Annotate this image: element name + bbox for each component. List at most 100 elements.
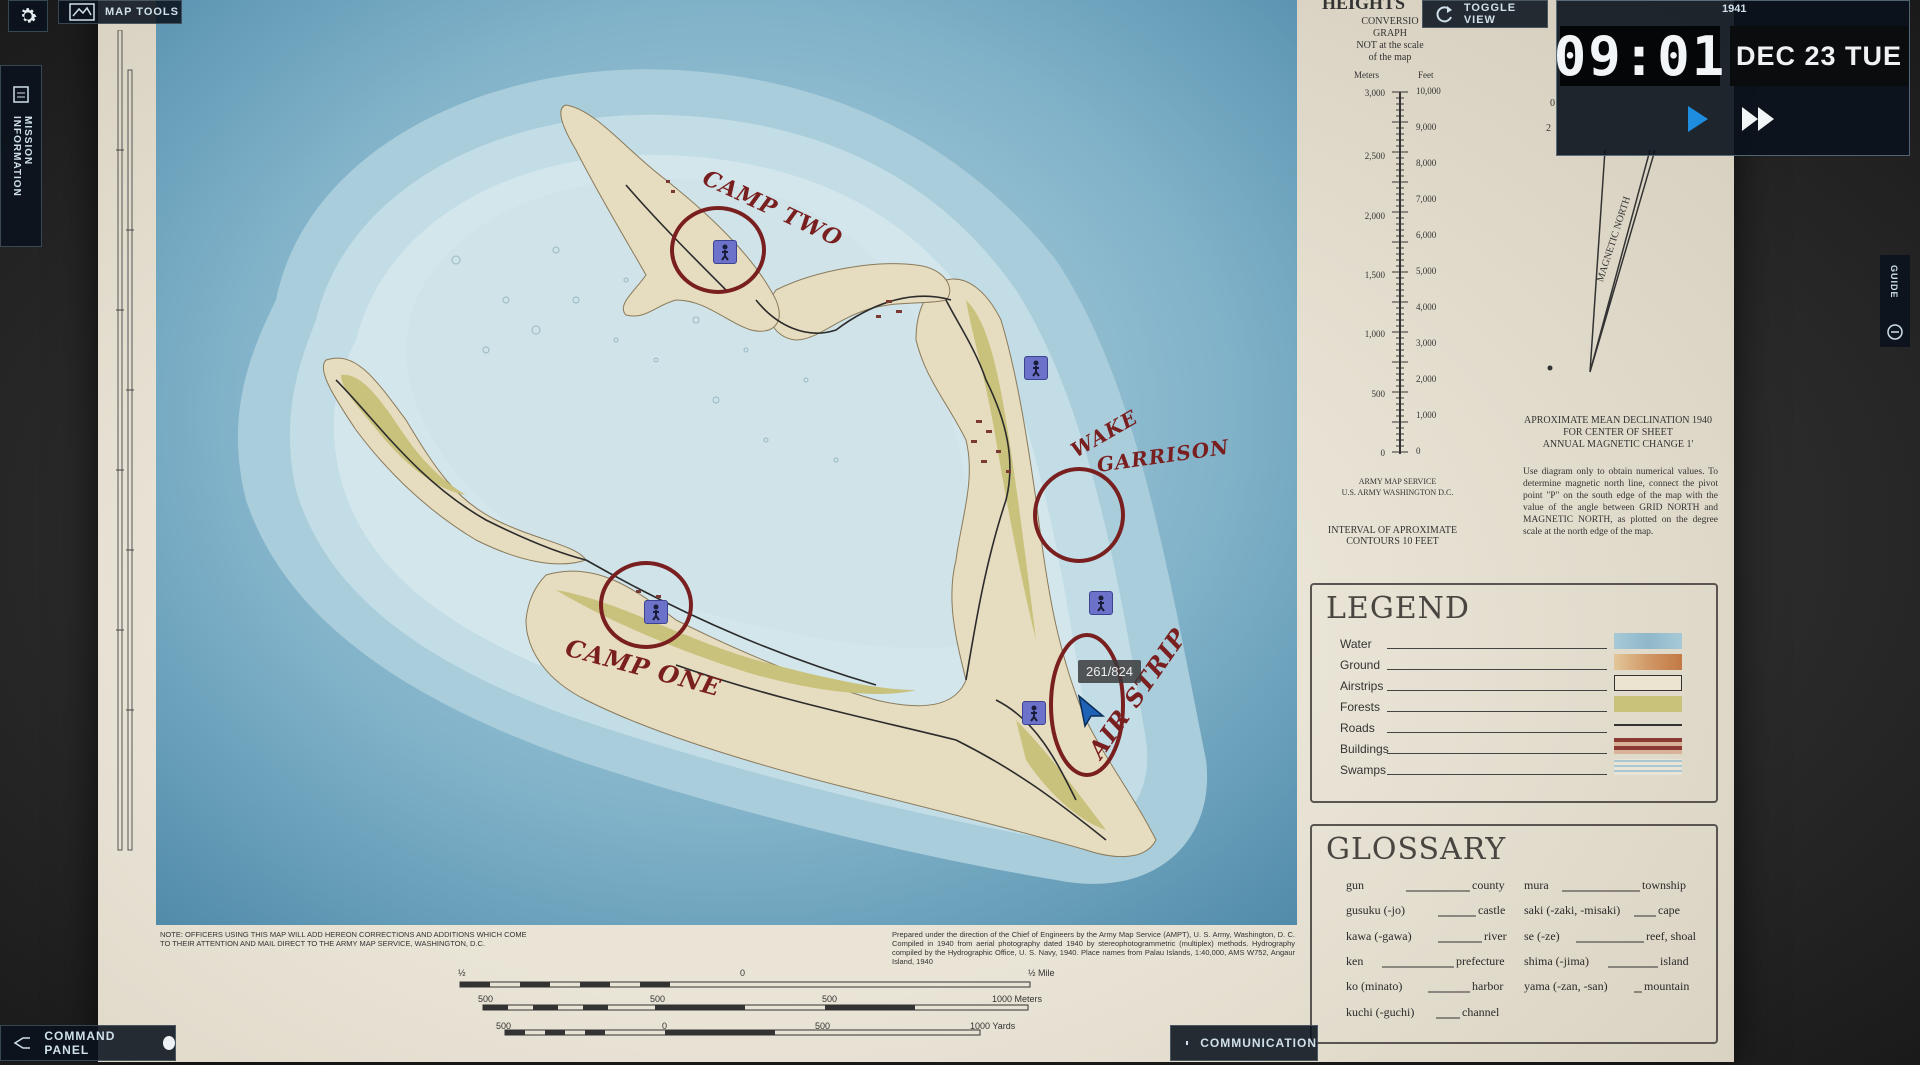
game-clock: 09:01: [1553, 24, 1727, 88]
meters-label: Meters: [1354, 70, 1379, 80]
settings-button[interactable]: [8, 0, 48, 32]
m-1000: 1,000: [1364, 329, 1385, 339]
soldier-icon: [1032, 360, 1040, 377]
ft-1000: 1,000: [1416, 410, 1437, 420]
legend-label-forests: Forests: [1340, 700, 1381, 714]
cursor-tooltip: 261/824: [1078, 660, 1141, 683]
map-tools-button[interactable]: MAP TOOLS: [58, 0, 182, 24]
ft-7000: 7,000: [1416, 194, 1437, 204]
m-1500: 1,500: [1364, 270, 1385, 280]
scale-y500b: 500: [815, 1021, 831, 1031]
declination-heading: APROXIMATE MEAN DECLINATION 1940 FOR CENT…: [1523, 415, 1713, 450]
ft-4000: 4,000: [1416, 302, 1437, 312]
communication-label: COMMUNICATION: [1200, 1036, 1317, 1050]
scale-half-mile: ½ Mile: [1028, 968, 1055, 978]
ft-5000: 5,000: [1416, 266, 1437, 276]
legend-swatch-forests: [1614, 696, 1682, 712]
scale-y500a: 500: [496, 1021, 512, 1031]
legend-title: LEGEND: [1326, 591, 1470, 626]
year-label: 1941: [1722, 3, 1747, 15]
m-2500: 2,500: [1364, 151, 1385, 161]
glossary-dashes: [1382, 890, 1658, 1019]
contour-interval: INTERVAL OF APROXIMATE CONTOURS 10 FEET: [1327, 525, 1458, 547]
bar-scale: [459, 981, 1031, 1036]
legend-label-roads: Roads: [1340, 721, 1375, 735]
mission-information-tab[interactable]: MISSION INFORMATION: [0, 65, 42, 247]
play-button[interactable]: [1680, 102, 1714, 136]
command-icon: [13, 1037, 31, 1049]
ft-9000: 9,000: [1416, 122, 1437, 132]
ft-3000: 3,000: [1416, 338, 1437, 348]
refresh-icon: [1436, 6, 1452, 23]
scale-y0: 0: [662, 1021, 668, 1031]
legend-swatch-swamps: [1614, 759, 1682, 775]
audio-wave-icon: [1186, 1037, 1191, 1049]
cursor-arrow-icon: [1077, 694, 1106, 728]
m-0: 0: [1380, 448, 1386, 458]
map-note-left: NOTE: OFFICERS USING THIS MAP WILL ADD H…: [160, 930, 527, 948]
status-dot-icon: [162, 1036, 175, 1050]
soldier-icon: [721, 244, 729, 261]
army-map-service: ARMY MAP SERVICE U.S. ARMY WASHINGTON D.C…: [1341, 477, 1454, 497]
legend-swatch-airstrips: [1614, 675, 1682, 691]
command-panel-button[interactable]: COMMAND PANEL: [0, 1025, 176, 1061]
map-note-right: Prepared under the direction of the Chie…: [892, 930, 1295, 966]
ft-0: 0: [1416, 446, 1421, 456]
legend-label-ground: Ground: [1340, 658, 1381, 672]
legend-label-swamps: Swamps: [1340, 763, 1387, 777]
soldier-icon: [1030, 705, 1038, 722]
ft-8000: 8,000: [1416, 158, 1437, 168]
ft-6000: 6,000: [1416, 230, 1437, 240]
command-panel-label: COMMAND PANEL: [44, 1029, 116, 1057]
unit-marker-camp-two[interactable]: [713, 240, 737, 264]
legend-swatch-water: [1614, 633, 1682, 649]
legend-label-buildings: Buildings: [1340, 742, 1389, 756]
game-date: DEC 23 TUE: [1730, 26, 1908, 86]
decl-tick-0: 0: [1550, 98, 1555, 109]
vertical-scale: [116, 30, 134, 851]
mission-information-label: MISSION INFORMATION: [11, 116, 33, 197]
unit-marker-airstrip[interactable]: [1022, 701, 1046, 725]
unit-marker-wake-north[interactable]: [1024, 356, 1048, 380]
m-500: 500: [1371, 389, 1386, 399]
scale-yards: 1000 Yards: [970, 1021, 1016, 1031]
unit-marker-wake-south[interactable]: [1089, 591, 1113, 615]
scale-zero: 0: [740, 968, 746, 978]
fast-forward-button[interactable]: [1740, 104, 1780, 134]
legend-swatch-ground: [1614, 654, 1682, 670]
height-scale: [1392, 91, 1408, 454]
legend-label-water: Water: [1340, 637, 1372, 651]
declination-instructions: Use diagram only to obtain numerical val…: [1523, 467, 1718, 537]
fast-forward-icon: [1742, 107, 1774, 131]
scale-meters: 1000 Meters: [992, 994, 1043, 1004]
map-area[interactable]: CAMP TWO WAKE GARRISON CAMP ONE AIR STRI…: [156, 0, 1297, 925]
feet-label: Feet: [1418, 70, 1434, 80]
legend-panel: LEGEND Water Ground Airstrips Forests Ro…: [1310, 583, 1718, 803]
glossary-panel: GLOSSARY gun county gusuku (-jo) castle …: [1310, 824, 1718, 1044]
soldier-icon: [1097, 595, 1105, 612]
map-icon: [69, 3, 95, 21]
play-icon: [1688, 106, 1708, 132]
guide-tab[interactable]: GUIDE: [1880, 255, 1910, 347]
soldier-icon: [652, 604, 660, 621]
unit-marker-camp-one[interactable]: [644, 600, 668, 624]
ft-10000: 10,000: [1416, 86, 1441, 96]
info-icon: [1887, 324, 1903, 340]
m-2000: 2,000: [1364, 211, 1385, 221]
scale-m500c: 500: [822, 994, 838, 1004]
clipboard-icon: [13, 86, 29, 103]
map-tools-label: MAP TOOLS: [105, 6, 179, 18]
gear-icon: [21, 8, 37, 23]
guide-label: GUIDE: [1889, 265, 1899, 299]
ft-2000: 2,000: [1416, 374, 1437, 384]
toggle-view-button[interactable]: TOGGLE VIEW: [1422, 0, 1548, 28]
legend-swatch-buildings: [1614, 738, 1682, 754]
toggle-view-label: TOGGLE VIEW: [1463, 2, 1517, 26]
decl-tick-2: 2: [1546, 123, 1551, 134]
heights-title: HEIGHTS: [1322, 0, 1406, 12]
scale-m500b: 500: [650, 994, 666, 1004]
communication-button[interactable]: COMMUNICATION: [1170, 1025, 1318, 1061]
scale-m500a: 500: [478, 994, 494, 1004]
legend-label-airstrips: Airstrips: [1340, 679, 1384, 693]
m-3000: 3,000: [1364, 88, 1385, 98]
